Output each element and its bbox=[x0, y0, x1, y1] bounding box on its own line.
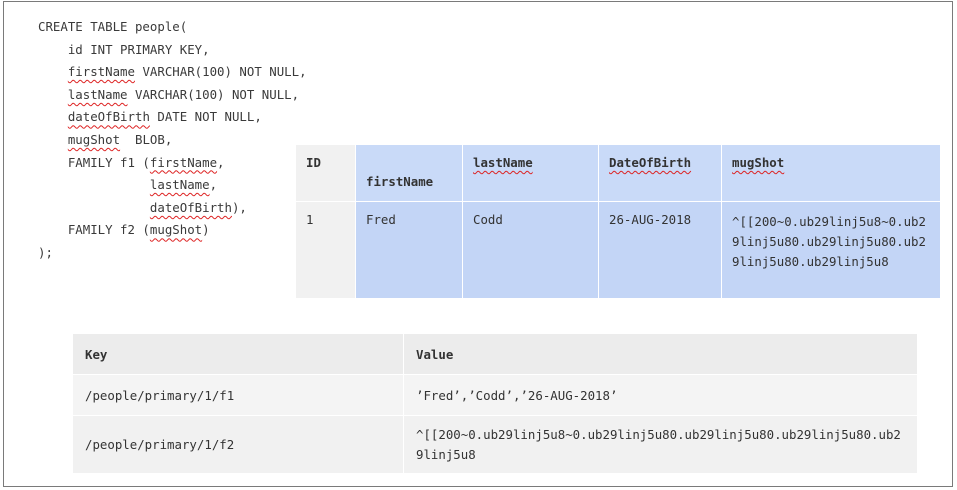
sql-line-2: id INT PRIMARY KEY, bbox=[38, 41, 210, 57]
sql-line-4-rest: VARCHAR(100) NOT NULL, bbox=[127, 86, 300, 102]
sql-col-lastname: lastName bbox=[67, 86, 128, 102]
sql-line-1: CREATE TABLE people( bbox=[38, 19, 188, 34]
table-row: /people/primary/1/f2 ^[[200~0.ub29linj5u… bbox=[73, 416, 917, 474]
cell-id: 1 bbox=[296, 202, 356, 298]
key-value-table: Key Value /people/primary/1/f1 ’Fred’,’C… bbox=[73, 334, 917, 474]
cell-lastname: Codd bbox=[463, 202, 599, 298]
create-table-statement: CREATE TABLE people( id INT PRIMARY KEY,… bbox=[38, 16, 307, 265]
header-dateofbirth: DateOfBirth bbox=[599, 145, 722, 202]
sql-col-firstname: firstName bbox=[67, 64, 135, 80]
header-mugshot-label: mugShot bbox=[732, 155, 785, 170]
sql-col-dateofbirth: dateOfBirth bbox=[67, 109, 150, 125]
kv-header-key: Key bbox=[73, 334, 403, 374]
figure-frame: CREATE TABLE people( id INT PRIMARY KEY,… bbox=[3, 1, 953, 487]
sql-line-7-rest: , bbox=[217, 154, 225, 170]
header-lastname: lastName bbox=[463, 145, 599, 202]
sql-line-9-rest: ), bbox=[231, 199, 247, 215]
sql-line-6-rest: BLOB, bbox=[120, 131, 173, 147]
kv-value: ^[[200~0.ub29linj5u8~0.ub29linj5u80.ub29… bbox=[403, 416, 917, 473]
sql-line-8-rest: , bbox=[209, 177, 218, 193]
sql-line-7-pre: FAMILY f1 ( bbox=[38, 154, 150, 170]
header-id: ID bbox=[296, 145, 356, 202]
header-firstname: firstName bbox=[356, 145, 463, 202]
header-lastname-label: lastName bbox=[473, 155, 533, 170]
sql-line-10-pre: FAMILY f2 ( bbox=[38, 222, 150, 238]
cell-dateofbirth: 26-AUG-2018 bbox=[599, 202, 722, 298]
sql-f1-lastname: lastName bbox=[149, 177, 210, 193]
header-mugshot: mugShot bbox=[722, 145, 940, 202]
sql-line-11: ); bbox=[38, 244, 53, 260]
sql-col-mugshot: mugShot bbox=[67, 131, 121, 147]
sql-line-5-rest: DATE NOT NULL, bbox=[149, 109, 262, 125]
kv-key: /people/primary/1/f1 bbox=[73, 375, 403, 415]
sql-f1-firstname: firstName bbox=[149, 154, 218, 170]
sql-line-3-rest: VARCHAR(100) NOT NULL, bbox=[134, 64, 307, 80]
kv-key: /people/primary/1/f2 bbox=[73, 416, 403, 473]
cell-firstname: Fred bbox=[356, 202, 463, 298]
sql-f1-dateofbirth: dateOfBirth bbox=[149, 199, 232, 215]
people-table: ID firstName lastName DateOfBirth mugSho… bbox=[296, 145, 940, 298]
header-dateofbirth-label: DateOfBirth bbox=[609, 155, 692, 170]
sql-line-10-rest: ) bbox=[202, 222, 210, 238]
table-row: /people/primary/1/f1 ’Fred’,’Codd’,’26-A… bbox=[73, 375, 917, 416]
cell-mugshot: ^[[200~0.ub29linj5u8~0.ub29linj5u80.ub29… bbox=[722, 202, 940, 298]
kv-header-value: Value bbox=[403, 334, 917, 374]
kv-header-row: Key Value bbox=[73, 334, 917, 375]
kv-value: ’Fred’,’Codd’,’26-AUG-2018’ bbox=[403, 375, 917, 415]
sql-f2-mugshot: mugShot bbox=[149, 222, 203, 238]
